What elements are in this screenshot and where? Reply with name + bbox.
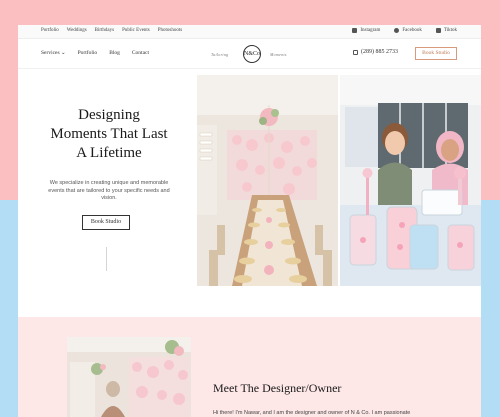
website-page: Portfolio Weddings Birthdays Public Even… (18, 25, 481, 417)
social-facebook-label: Facebook (402, 28, 422, 33)
top-link-birthdays[interactable]: Birthdays (95, 28, 114, 33)
about-intro-text: Hi there! I'm Nawar, and I am the design… (213, 410, 411, 416)
nav-item-services[interactable]: Services ⌄ (41, 50, 66, 56)
social-instagram-label: Instagram (360, 28, 381, 33)
chevron-down-icon: ⌄ (61, 50, 66, 56)
social-tiktok-label: Tiktok (443, 28, 457, 33)
nav-item-blog[interactable]: Blog (109, 50, 120, 56)
nav-links: Services ⌄ Portfolio Blog Contact (41, 50, 149, 56)
nav-item-services-label: Services (41, 50, 60, 56)
facebook-icon (394, 28, 400, 33)
hero-title-line-1: Designing (78, 107, 140, 123)
hero-title-line-2: Moments That Last (50, 126, 168, 142)
hero-divider-line (106, 247, 107, 271)
hero-title-line-3: A Lifetime (76, 145, 142, 161)
tiktok-icon (435, 28, 441, 33)
top-utility-bar: Portfolio Weddings Birthdays Public Even… (18, 25, 481, 39)
hero-photo-banquet-table (197, 75, 338, 286)
brand-logo[interactable]: Tailoring N&Co Moments (208, 44, 298, 64)
top-link-photoshoots[interactable]: Photoshoots (158, 28, 182, 33)
top-link-weddings[interactable]: Weddings (67, 28, 87, 33)
phone-icon (353, 49, 358, 55)
book-studio-hero-button[interactable]: Book Studio (82, 215, 130, 230)
book-studio-nav-button[interactable]: Book Studio (415, 47, 457, 60)
top-link-portfolio[interactable]: Portfolio (41, 28, 59, 33)
hero-title: Designing Moments That Last A Lifetime (38, 106, 180, 163)
main-navigation: Services ⌄ Portfolio Blog Contact Tailor… (18, 39, 481, 69)
social-instagram[interactable]: Instagram (352, 28, 380, 33)
social-tiktok[interactable]: Tiktok (435, 28, 457, 33)
social-facebook[interactable]: Facebook (394, 28, 422, 33)
phone-number: (289) 885 2733 (361, 49, 398, 55)
hero-photo-candy-bar (340, 75, 481, 286)
hero-description: We specialize in creating unique and mem… (48, 180, 170, 201)
logo-monogram: N&Co (243, 45, 261, 63)
top-link-public-events[interactable]: Public Events (122, 28, 150, 33)
logo-right-word: Moments (270, 52, 287, 57)
social-links: Instagram Facebook Tiktok (352, 28, 457, 33)
top-links: Portfolio Weddings Birthdays Public Even… (41, 28, 182, 33)
nav-item-contact[interactable]: Contact (132, 50, 149, 56)
phone-number-link[interactable]: (289) 885 2733 (353, 49, 398, 55)
logo-left-word: Tailoring (211, 52, 229, 57)
nav-item-portfolio[interactable]: Portfolio (78, 50, 98, 56)
instagram-icon (352, 28, 358, 33)
about-photo-designer (67, 337, 191, 417)
about-title: Meet The Designer/Owner (213, 381, 342, 395)
